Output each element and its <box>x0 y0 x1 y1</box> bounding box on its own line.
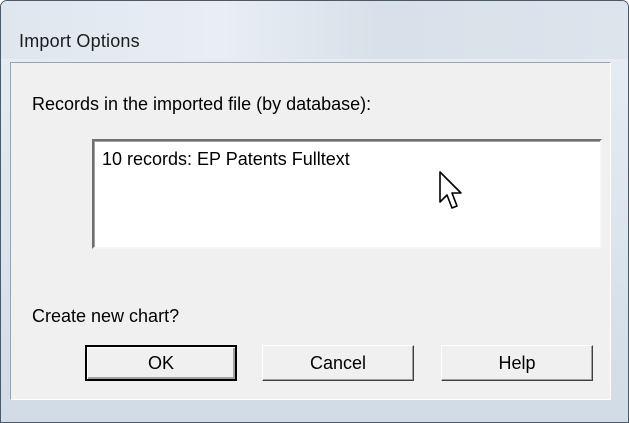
dialog-body: Records in the imported file (by databas… <box>10 62 611 400</box>
cancel-button[interactable]: Cancel <box>262 345 414 381</box>
records-listbox[interactable]: 10 records: EP Patents Fulltext <box>92 139 602 249</box>
records-label: Records in the imported file (by databas… <box>32 94 372 114</box>
ok-button[interactable]: OK <box>85 345 237 381</box>
import-options-dialog: Import Options Records in the imported f… <box>0 0 629 423</box>
title-bar[interactable]: Import Options <box>1 1 628 59</box>
mouse-pointer-icon <box>439 171 462 209</box>
help-button[interactable]: Help <box>441 345 593 381</box>
list-item[interactable]: 10 records: EP Patents Fulltext <box>102 149 350 170</box>
create-chart-label: Create new chart? <box>32 306 180 326</box>
dialog-title: Import Options <box>19 31 140 51</box>
